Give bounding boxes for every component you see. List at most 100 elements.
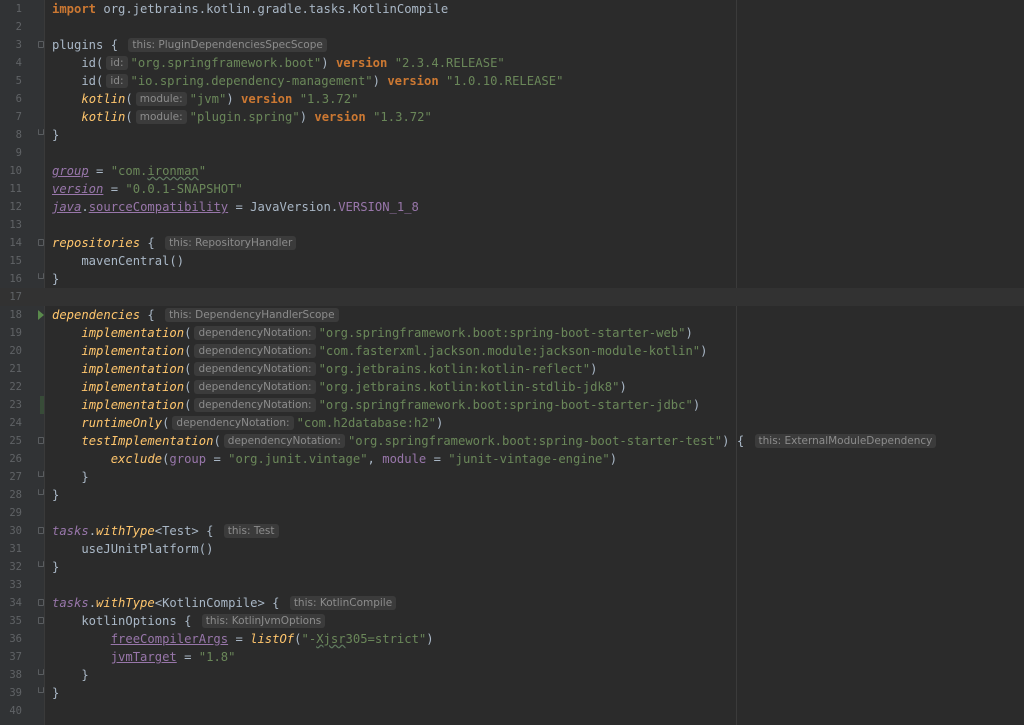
code-text[interactable]: }: [52, 558, 59, 576]
code-text[interactable]: kotlinOptions { this: KotlinJvmOptions: [52, 612, 328, 630]
code-line[interactable]: 29: [0, 504, 1024, 522]
code-line[interactable]: 12 java.sourceCompatibility = JavaVersion…: [0, 198, 1024, 216]
code-text[interactable]: exclude(group = "org.junit.vintage", mod…: [52, 450, 617, 468]
code-token: kotlin: [81, 110, 126, 124]
code-text[interactable]: jvmTarget = "1.8": [52, 648, 236, 666]
code-text[interactable]: }: [52, 270, 59, 288]
code-line[interactable]: 17: [0, 288, 1024, 306]
code-line[interactable]: 10 group = "com.ironman": [0, 162, 1024, 180]
line-number: 2: [15, 21, 22, 33]
code-text[interactable]: java.sourceCompatibility = JavaVersion.V…: [52, 198, 419, 216]
code-line[interactable]: 11 version = "0.0.1-SNAPSHOT": [0, 180, 1024, 198]
fold-end-icon[interactable]: [38, 471, 44, 477]
code-line[interactable]: 39}: [0, 684, 1024, 702]
change-marker[interactable]: [40, 396, 44, 414]
code-text[interactable]: implementation(dependencyNotation: "org.s…: [52, 396, 700, 414]
code-line[interactable]: 25 testImplementation(dependencyNotation…: [0, 432, 1024, 450]
code-line[interactable]: 32}: [0, 558, 1024, 576]
code-text[interactable]: }: [52, 666, 88, 684]
code-text[interactable]: plugins { this: PluginDependenciesSpecSc…: [52, 36, 330, 54]
code-text[interactable]: id(id: "org.springframework.boot") versio…: [52, 54, 505, 72]
code-token: tasks: [52, 596, 89, 610]
code-token: "io.spring.dependency-management": [130, 74, 373, 88]
code-text[interactable]: implementation(dependencyNotation: "com.f…: [52, 342, 708, 360]
code-line[interactable]: 20 implementation(dependencyNotation: "co…: [0, 342, 1024, 360]
code-line[interactable]: 16}: [0, 270, 1024, 288]
code-text[interactable]: kotlin(module: "plugin.spring") version "…: [52, 108, 432, 126]
code-text[interactable]: useJUnitPlatform(): [52, 540, 213, 558]
code-text[interactable]: runtimeOnly(dependencyNotation: "com.h2da…: [52, 414, 443, 432]
fold-end-icon[interactable]: [38, 489, 44, 495]
code-text[interactable]: kotlin(module: "jvm") version "1.3.72": [52, 90, 358, 108]
code-token: org.jetbrains.kotlin.gradle.tasks.Kotlin…: [96, 2, 449, 16]
code-text[interactable]: tasks.withType<Test> { this: Test: [52, 522, 282, 540]
run-gutter-icon[interactable]: [38, 310, 44, 320]
fold-end-icon[interactable]: [38, 687, 44, 693]
code-line[interactable]: 14 repositories { this: RepositoryHandler: [0, 234, 1024, 252]
code-line[interactable]: 21 implementation(dependencyNotation: "or…: [0, 360, 1024, 378]
code-line[interactable]: 3 plugins { this: PluginDependenciesSpecS…: [0, 36, 1024, 54]
code-line[interactable]: 37 jvmTarget = "1.8": [0, 648, 1024, 666]
code-text[interactable]: implementation(dependencyNotation: "org.s…: [52, 324, 693, 342]
code-line[interactable]: 40: [0, 702, 1024, 720]
line-number: 40: [9, 705, 22, 717]
code-text[interactable]: group = "com.ironman": [52, 162, 206, 180]
code-line[interactable]: 4 id(id: "org.springframework.boot") vers…: [0, 54, 1024, 72]
code-line[interactable]: 30 tasks.withType<Test> { this: Test: [0, 522, 1024, 540]
code-line[interactable]: 13: [0, 216, 1024, 234]
code-text[interactable]: mavenCentral(): [52, 252, 184, 270]
code-token: "1.0.10.RELEASE": [446, 74, 564, 88]
fold-collapse-icon[interactable]: [38, 41, 44, 48]
fold-end-icon[interactable]: [38, 273, 44, 279]
code-line[interactable]: 38 }: [0, 666, 1024, 684]
code-text[interactable]: }: [52, 468, 88, 486]
fold-collapse-icon[interactable]: [38, 617, 44, 624]
fold-collapse-icon[interactable]: [38, 437, 44, 444]
code-line[interactable]: 28}: [0, 486, 1024, 504]
code-text[interactable]: }: [52, 486, 59, 504]
code-line[interactable]: 18 dependencies { this: DependencyHandler…: [0, 306, 1024, 324]
code-line[interactable]: 6 kotlin(module: "jvm") version "1.3.72": [0, 90, 1024, 108]
code-line[interactable]: 22 implementation(dependencyNotation: "or…: [0, 378, 1024, 396]
code-line[interactable]: 1 import org.jetbrains.kotlin.gradle.task…: [0, 0, 1024, 18]
code-line[interactable]: 36 freeCompilerArgs = listOf("-Xjsr305=s…: [0, 630, 1024, 648]
code-line[interactable]: 24 runtimeOnly(dependencyNotation: "com.h…: [0, 414, 1024, 432]
fold-collapse-icon[interactable]: [38, 599, 44, 606]
code-token: kotlinOptions {: [52, 614, 199, 628]
code-line[interactable]: 5 id(id: "io.spring.dependency-management…: [0, 72, 1024, 90]
code-text[interactable]: id(id: "io.spring.dependency-management")…: [52, 72, 563, 90]
code-text[interactable]: testImplementation(dependencyNotation: "o…: [52, 432, 939, 450]
code-line[interactable]: 31 useJUnitPlatform(): [0, 540, 1024, 558]
fold-end-icon[interactable]: [38, 561, 44, 567]
code-text[interactable]: implementation(dependencyNotation: "org.j…: [52, 378, 627, 396]
code-text[interactable]: }: [52, 126, 59, 144]
code-line[interactable]: 9: [0, 144, 1024, 162]
code-line[interactable]: 19 implementation(dependencyNotation: "or…: [0, 324, 1024, 342]
code-text[interactable]: implementation(dependencyNotation: "org.j…: [52, 360, 597, 378]
code-text[interactable]: tasks.withType<KotlinCompile> { this: Ko…: [52, 594, 399, 612]
parameter-hint: dependencyNotation:: [194, 344, 316, 358]
code-line[interactable]: 34 tasks.withType<KotlinCompile> { this: …: [0, 594, 1024, 612]
code-text[interactable]: version = "0.0.1-SNAPSHOT": [52, 180, 243, 198]
code-token: ): [321, 56, 336, 70]
code-line[interactable]: 7 kotlin(module: "plugin.spring") version…: [0, 108, 1024, 126]
code-line[interactable]: 27 }: [0, 468, 1024, 486]
fold-end-icon[interactable]: [38, 669, 44, 675]
code-text[interactable]: repositories { this: RepositoryHandler: [52, 234, 299, 252]
code-text[interactable]: freeCompilerArgs = listOf("-Xjsr305=stri…: [52, 630, 434, 648]
fold-collapse-icon[interactable]: [38, 527, 44, 534]
code-line[interactable]: 35 kotlinOptions { this: KotlinJvmOption…: [0, 612, 1024, 630]
code-line[interactable]: 23 implementation(dependencyNotation: "or…: [0, 396, 1024, 414]
code-text[interactable]: dependencies { this: DependencyHandlerSc…: [52, 306, 342, 324]
fold-end-icon[interactable]: [38, 129, 44, 135]
code-line[interactable]: 8}: [0, 126, 1024, 144]
fold-collapse-icon[interactable]: [38, 239, 44, 246]
code-line[interactable]: 2: [0, 18, 1024, 36]
code-text[interactable]: }: [52, 684, 59, 702]
code-text[interactable]: import org.jetbrains.kotlin.gradle.tasks…: [52, 0, 448, 18]
code-line[interactable]: 33: [0, 576, 1024, 594]
code-line[interactable]: 15 mavenCentral(): [0, 252, 1024, 270]
code-editor[interactable]: 1 import org.jetbrains.kotlin.gradle.task…: [0, 0, 1024, 720]
code-line[interactable]: 26 exclude(group = "org.junit.vintage", …: [0, 450, 1024, 468]
